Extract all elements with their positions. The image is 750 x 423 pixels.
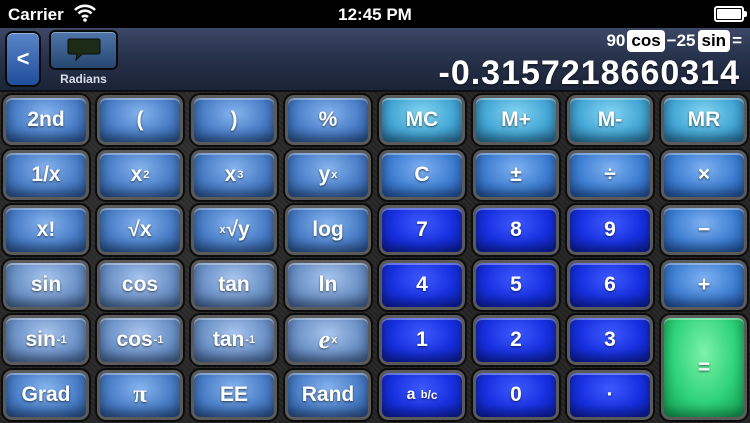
key-arctan[interactable]: tan -1 bbox=[189, 313, 279, 367]
key-tan[interactable]: tan bbox=[189, 258, 279, 312]
key-percent[interactable]: % bbox=[283, 93, 373, 147]
status-bar: Carrier 12:45 PM bbox=[0, 0, 750, 28]
mode-toggle-button[interactable] bbox=[49, 30, 118, 70]
key-divide[interactable]: ÷ bbox=[565, 148, 655, 202]
key-sin[interactable]: sin bbox=[1, 258, 91, 312]
key-plus-minus[interactable]: ± bbox=[471, 148, 561, 202]
key-9[interactable]: 9 bbox=[565, 203, 655, 257]
key-4[interactable]: 4 bbox=[377, 258, 467, 312]
result-value: -0.3157218660314 bbox=[438, 54, 740, 92]
speech-bubble-icon bbox=[67, 38, 100, 62]
calculator-display: < Radians 90 cos −25 sin = -0.3157218660… bbox=[0, 28, 750, 92]
key-0[interactable]: 0 bbox=[471, 368, 561, 422]
angle-mode-label: Radians bbox=[60, 72, 107, 86]
expr-equals: = bbox=[732, 31, 742, 50]
key-cos[interactable]: cos bbox=[95, 258, 185, 312]
key-reciprocal[interactable]: 1/x bbox=[1, 148, 91, 202]
key-memory-recall[interactable]: MR bbox=[659, 93, 749, 147]
key-subtract[interactable]: − bbox=[659, 203, 749, 257]
key-memory-clear[interactable]: MC bbox=[377, 93, 467, 147]
key-2nd[interactable]: 2nd bbox=[1, 93, 91, 147]
back-button[interactable]: < bbox=[5, 31, 41, 87]
key-power[interactable]: yx bbox=[283, 148, 373, 202]
keypad: 2nd ( ) % MC M+ M- MR 1/x x2 x3 yx C ± ÷… bbox=[0, 92, 750, 423]
key-square-root[interactable]: √x bbox=[95, 203, 185, 257]
expression-line: 90 cos −25 sin = bbox=[606, 30, 742, 52]
key-pi[interactable]: π bbox=[95, 368, 185, 422]
key-decimal-point[interactable]: · bbox=[565, 368, 655, 422]
key-open-paren[interactable]: ( bbox=[95, 93, 185, 147]
key-factorial[interactable]: x! bbox=[1, 203, 91, 257]
key-6[interactable]: 6 bbox=[565, 258, 655, 312]
expr-function-1: cos bbox=[627, 30, 665, 52]
expr-number-1: 90 bbox=[606, 31, 626, 50]
key-add[interactable]: + bbox=[659, 258, 749, 312]
key-exponent-entry[interactable]: EE bbox=[189, 368, 279, 422]
key-fraction[interactable]: a b/c bbox=[377, 368, 467, 422]
key-square[interactable]: x2 bbox=[95, 148, 185, 202]
battery-icon bbox=[714, 6, 747, 22]
key-2[interactable]: 2 bbox=[471, 313, 561, 367]
key-nth-root[interactable]: x √y bbox=[189, 203, 279, 257]
key-log[interactable]: log bbox=[283, 203, 373, 257]
key-ln[interactable]: ln bbox=[283, 258, 373, 312]
key-arcsin[interactable]: sin -1 bbox=[1, 313, 91, 367]
key-close-paren[interactable]: ) bbox=[189, 93, 279, 147]
key-exp[interactable]: ex bbox=[283, 313, 373, 367]
key-cube[interactable]: x3 bbox=[189, 148, 279, 202]
key-1[interactable]: 1 bbox=[377, 313, 467, 367]
key-arccos[interactable]: cos -1 bbox=[95, 313, 185, 367]
key-5[interactable]: 5 bbox=[471, 258, 561, 312]
key-random[interactable]: Rand bbox=[283, 368, 373, 422]
expr-function-2: sin bbox=[697, 30, 731, 52]
expr-number-2: −25 bbox=[666, 31, 696, 50]
key-clear[interactable]: C bbox=[377, 148, 467, 202]
key-7[interactable]: 7 bbox=[377, 203, 467, 257]
key-equals[interactable]: = bbox=[659, 313, 749, 422]
key-8[interactable]: 8 bbox=[471, 203, 561, 257]
clock: 12:45 PM bbox=[338, 5, 412, 24]
key-multiply[interactable]: × bbox=[659, 148, 749, 202]
key-memory-subtract[interactable]: M- bbox=[565, 93, 655, 147]
key-memory-add[interactable]: M+ bbox=[471, 93, 561, 147]
key-3[interactable]: 3 bbox=[565, 313, 655, 367]
key-angle-mode[interactable]: Grad bbox=[1, 368, 91, 422]
